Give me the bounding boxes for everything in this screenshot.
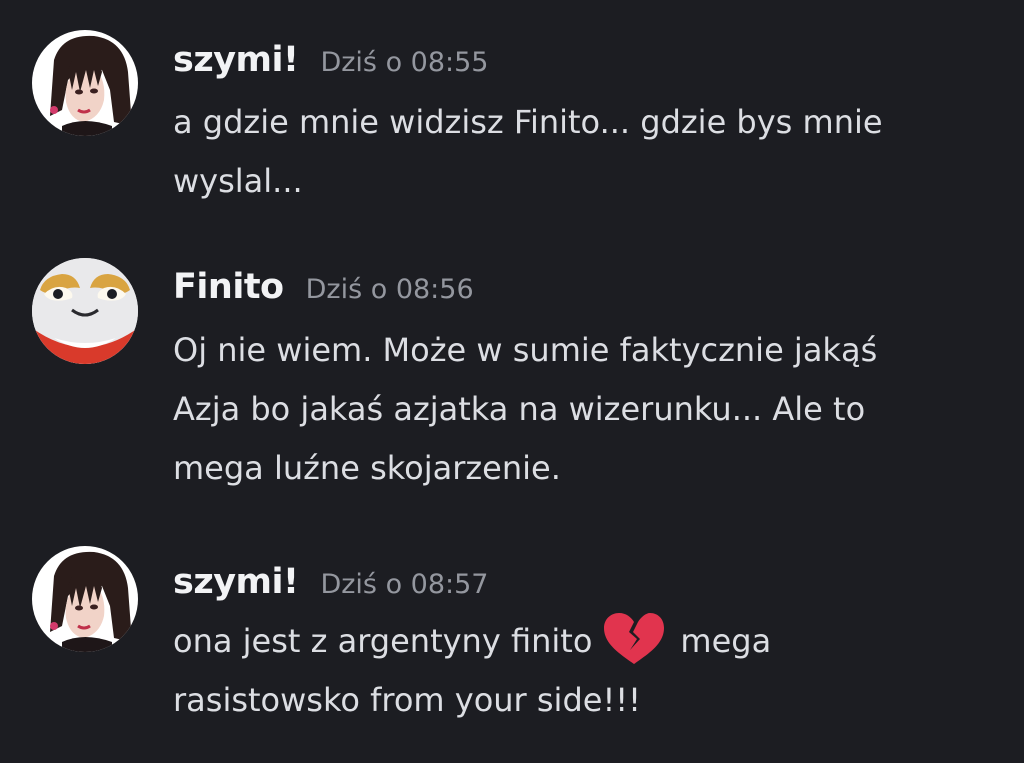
message-content: ona jest z argentyny finito mega rasistow… <box>173 612 973 730</box>
avatar[interactable] <box>32 30 138 136</box>
timestamp: Dziś o 08:56 <box>305 274 474 305</box>
message-header: szymi! Dziś o 08:57 <box>173 562 488 602</box>
username[interactable]: szymi! <box>173 562 299 602</box>
timestamp: Dziś o 08:55 <box>320 47 489 78</box>
username[interactable]: Finito <box>173 267 284 307</box>
message-header: szymi! Dziś o 08:55 <box>173 40 488 80</box>
message-line: ona jest z argentyny finito mega <box>173 612 973 671</box>
message-text: mega <box>680 622 772 660</box>
avatar[interactable] <box>32 258 138 364</box>
message-line: Oj nie wiem. Może w sumie faktycznie jak… <box>173 331 878 369</box>
broken-heart-icon <box>602 612 666 666</box>
message-line: rasistowsko from your side!!! <box>173 681 641 719</box>
avatar[interactable] <box>32 546 138 652</box>
mask-face-avatar-icon <box>32 258 138 364</box>
message-header: Finito Dziś o 08:56 <box>173 267 474 307</box>
message-item[interactable]: szymi! Dziś o 08:55 a gdzie mnie widzisz… <box>0 0 1024 230</box>
chat-message-list: szymi! Dziś o 08:55 a gdzie mnie widzisz… <box>0 0 1024 763</box>
message-item[interactable]: szymi! Dziś o 08:57 ona jest z argentyny… <box>0 540 1024 763</box>
username[interactable]: szymi! <box>173 40 299 80</box>
anime-girl-avatar-icon <box>32 30 138 136</box>
anime-girl-avatar-icon <box>32 546 138 652</box>
message-item[interactable]: Finito Dziś o 08:56 Oj nie wiem. Może w … <box>0 245 1024 515</box>
message-line: wyslal... <box>173 162 303 200</box>
message-line: a gdzie mnie widzisz Finito... gdzie bys… <box>173 103 883 141</box>
message-line: mega luźne skojarzenie. <box>173 449 561 487</box>
message-content: Oj nie wiem. Może w sumie faktycznie jak… <box>173 321 973 498</box>
message-text: ona jest z argentyny finito <box>173 622 593 660</box>
message-line: Azja bo jakaś azjatka na wizerunku... Al… <box>173 390 866 428</box>
timestamp: Dziś o 08:57 <box>320 569 489 600</box>
message-content: a gdzie mnie widzisz Finito... gdzie bys… <box>173 93 973 211</box>
